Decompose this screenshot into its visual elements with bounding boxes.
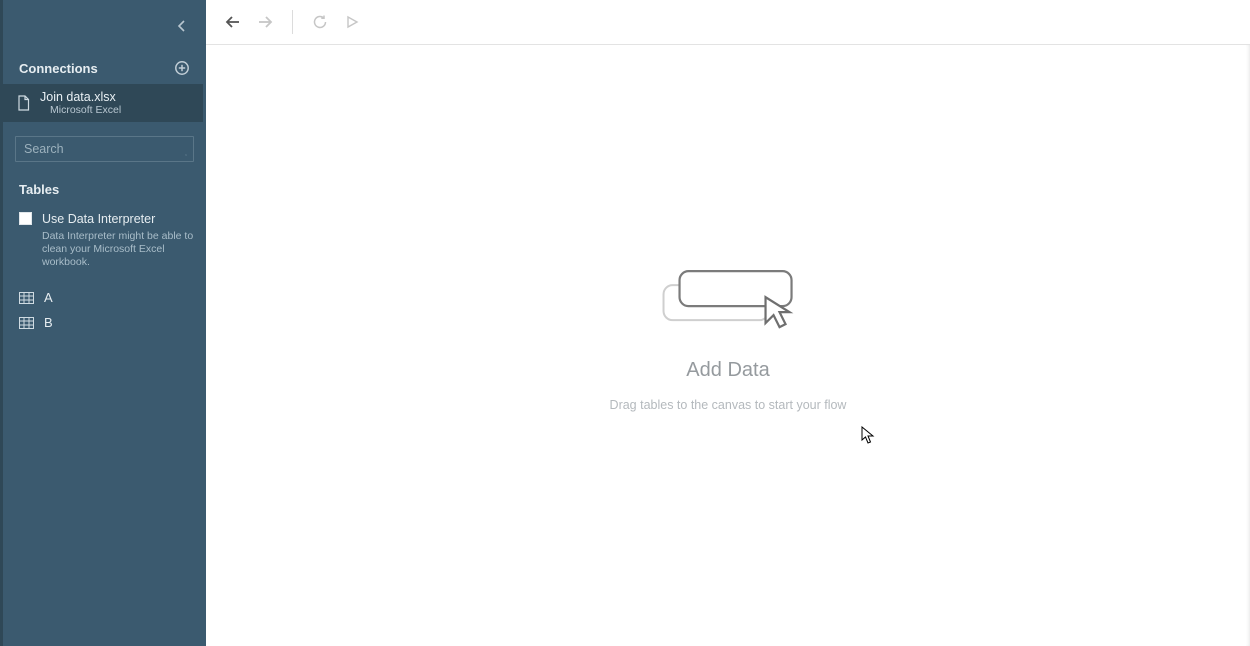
- data-interpreter-block: Use Data Interpreter Data Interpreter mi…: [3, 205, 206, 279]
- sidebar: Connections Join data.xlsx Microsoft Exc…: [0, 0, 206, 646]
- table-row[interactable]: B: [3, 310, 206, 335]
- connection-title: Join data.xlsx: [40, 90, 121, 104]
- table-icon: [19, 317, 34, 329]
- connections-label: Connections: [19, 61, 98, 76]
- mouse-cursor-icon: [861, 426, 875, 444]
- drop-tables-illustration: [658, 265, 798, 335]
- forward-button[interactable]: [252, 9, 278, 35]
- canvas-subtitle: Drag tables to the canvas to start your …: [610, 398, 847, 412]
- table-icon: [19, 292, 34, 304]
- tables-section-title: Tables: [3, 172, 206, 205]
- search-box[interactable]: [15, 136, 194, 162]
- back-button[interactable]: [220, 9, 246, 35]
- search-icon: [185, 143, 187, 156]
- canvas-empty-state: Add Data Drag tables to the canvas to st…: [610, 265, 847, 412]
- table-list: A B: [3, 279, 206, 341]
- add-connection-icon[interactable]: [174, 60, 190, 76]
- search-input[interactable]: [24, 142, 185, 156]
- collapse-sidebar-icon[interactable]: [174, 18, 190, 34]
- connection-item-texts: Join data.xlsx Microsoft Excel: [40, 90, 121, 116]
- flow-canvas[interactable]: Add Data Drag tables to the canvas to st…: [206, 45, 1250, 646]
- file-icon: [17, 95, 30, 111]
- toolbar-divider: [292, 10, 293, 34]
- edge-shadow: [1246, 45, 1250, 646]
- sidebar-collapse-row: [3, 0, 206, 52]
- data-interpreter-checkbox[interactable]: [19, 212, 32, 225]
- connections-header: Connections: [3, 52, 206, 84]
- connection-item[interactable]: Join data.xlsx Microsoft Excel: [3, 84, 203, 122]
- data-interpreter-label: Use Data Interpreter: [42, 211, 194, 227]
- refresh-button[interactable]: [307, 9, 333, 35]
- toolbar: [206, 0, 1250, 45]
- table-name: A: [44, 290, 53, 305]
- table-row[interactable]: A: [3, 285, 206, 310]
- table-name: B: [44, 315, 53, 330]
- canvas-title: Add Data: [686, 359, 769, 382]
- main: Add Data Drag tables to the canvas to st…: [206, 0, 1250, 646]
- connection-subtitle: Microsoft Excel: [40, 104, 121, 116]
- search-wrap: [3, 122, 206, 172]
- data-interpreter-labelcol: Use Data Interpreter Data Interpreter mi…: [42, 211, 194, 269]
- run-button[interactable]: [339, 9, 365, 35]
- data-interpreter-hint: Data Interpreter might be able to clean …: [42, 230, 194, 269]
